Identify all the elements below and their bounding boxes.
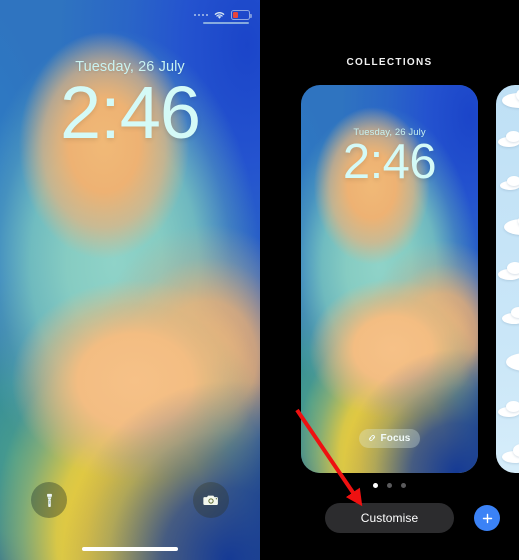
clouds-wallpaper-background <box>496 85 519 473</box>
status-bar-underline <box>203 22 249 24</box>
focus-pill-label: Focus <box>380 432 411 444</box>
flashlight-button[interactable] <box>31 482 67 518</box>
flashlight-icon <box>46 493 52 507</box>
page-dot-2[interactable] <box>387 483 392 488</box>
screenshot-root: Tuesday, 26 July 2:46 COLLECTIONS Tuesda… <box>0 0 519 560</box>
cloud-shape <box>506 131 519 142</box>
customise-button[interactable]: Customise <box>325 503 454 533</box>
status-bar <box>193 8 252 22</box>
cloud-shape <box>507 176 519 186</box>
battery-low-icon <box>231 10 252 20</box>
camera-button[interactable] <box>193 482 229 518</box>
home-indicator[interactable] <box>82 547 178 551</box>
page-dot-1[interactable] <box>373 483 378 488</box>
cloud-shape <box>504 219 519 235</box>
wifi-icon <box>214 12 225 19</box>
wallpaper-card-clouds[interactable] <box>496 85 519 473</box>
cloud-shape <box>506 353 519 371</box>
iphone-lock-screen: Tuesday, 26 July 2:46 <box>0 0 260 560</box>
focus-pill[interactable]: Focus <box>358 428 421 448</box>
cloud-shape <box>506 401 519 412</box>
wallpaper-card-astronomy[interactable]: Tuesday, 26 July 2:46 Focus <box>301 85 478 473</box>
plus-icon <box>482 513 492 523</box>
page-indicator[interactable] <box>260 483 519 488</box>
collections-title: COLLECTIONS <box>346 57 433 68</box>
signal-dots-icon <box>193 13 208 17</box>
wallpaper-gallery-screen: COLLECTIONS Tuesday, 26 July 2:46 Focus <box>260 0 519 560</box>
add-wallpaper-button[interactable] <box>474 505 500 531</box>
cloud-shape <box>507 262 519 274</box>
lock-screen-time: 2:46 <box>59 71 201 154</box>
camera-icon <box>203 495 218 505</box>
page-dot-3[interactable] <box>401 483 406 488</box>
focus-link-icon <box>368 435 375 441</box>
card-time: 2:46 <box>342 135 437 189</box>
